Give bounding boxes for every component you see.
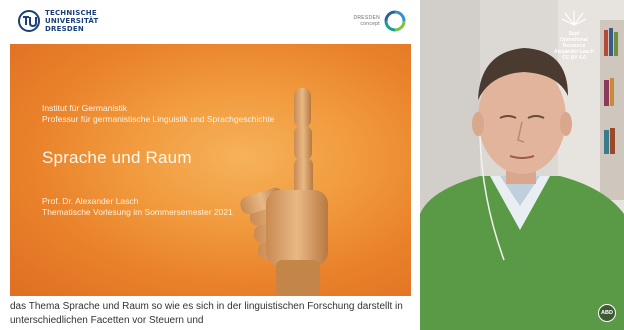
burst-icon	[561, 11, 587, 26]
caption-line1: das Thema Sprache und Raum so wie es sic…	[10, 301, 403, 312]
slide-title: Sprache und Raum	[42, 148, 192, 167]
abd-badge[interactable]: ABD	[598, 304, 616, 322]
slide-panel: TECHNISCHE UNIVERSITÄT DRESDEN DRESDEN c…	[0, 0, 420, 330]
dresden-logo-line2: concept	[360, 21, 380, 27]
tu-logo-line2: UNIVERSITÄT	[45, 17, 99, 25]
slide-lecture: Thematische Vorlesung im Sommersemester …	[42, 207, 233, 217]
dresden-concept-ring-icon	[384, 10, 406, 32]
speaker-webcam: Sept Operational Resource Alexander Lasc…	[420, 0, 624, 330]
tu-dresden-logo-icon	[18, 10, 40, 32]
webcam-logo: Sept Operational Resource Alexander Lasc…	[554, 10, 594, 61]
tu-logo-line1: TECHNISCHE	[45, 9, 97, 17]
tu-logo-line3: DRESDEN	[45, 25, 84, 33]
slide-content: Institut für Germanistik Professur für g…	[10, 44, 411, 296]
slide-author: Prof. Dr. Alexander Lasch	[42, 196, 139, 206]
dresden-concept-logo: DRESDEN concept	[353, 10, 406, 32]
tu-dresden-logo: TECHNISCHE UNIVERSITÄT DRESDEN	[18, 9, 98, 33]
wooden-hand-image	[240, 88, 328, 296]
slide-author-block: Prof. Dr. Alexander Lasch Thematische Vo…	[42, 196, 233, 218]
subtitle-caption: das Thema Sprache und Raum so wie es sic…	[10, 300, 415, 328]
webcam-logo-line5: CC BY 4.0	[562, 55, 586, 61]
caption-line2: unterschiedlichen Facetten vor Steuern u…	[10, 315, 204, 326]
slide-header: TECHNISCHE UNIVERSITÄT DRESDEN DRESDEN c…	[0, 0, 420, 44]
